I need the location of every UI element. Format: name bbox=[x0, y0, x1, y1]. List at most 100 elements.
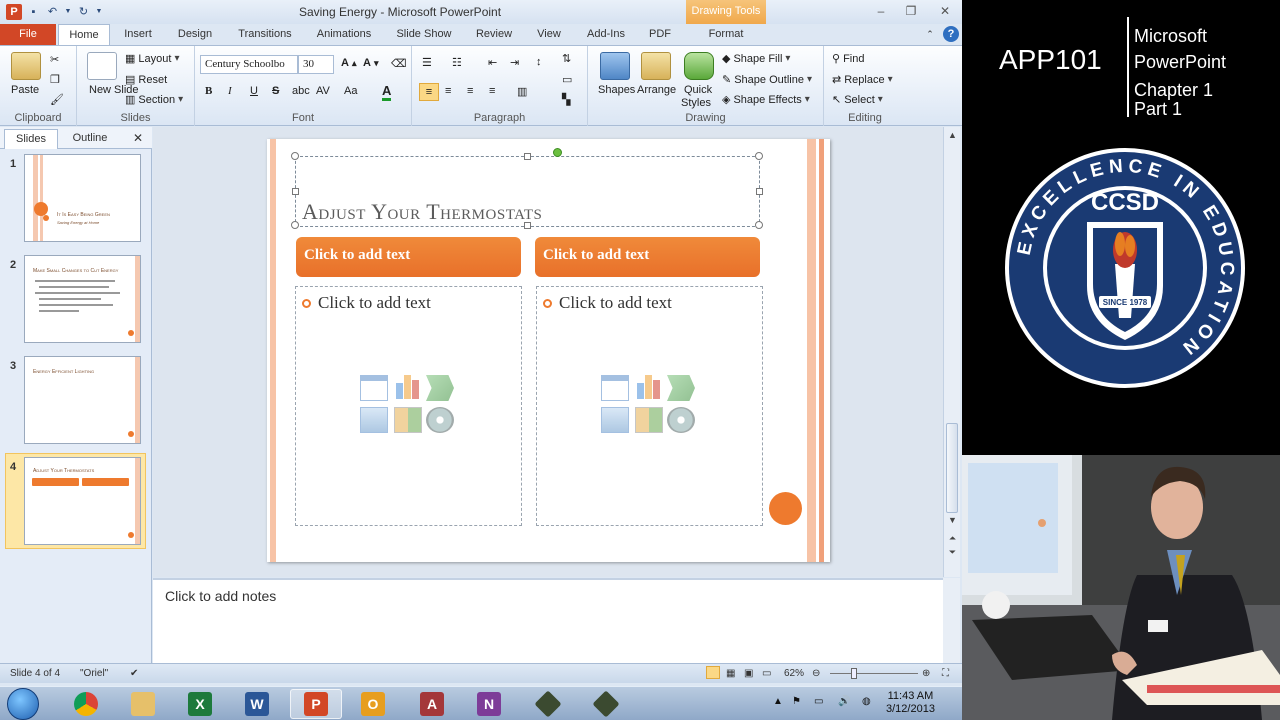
taskbar-access[interactable]: A bbox=[406, 689, 458, 719]
start-button[interactable] bbox=[7, 688, 39, 720]
tab-review[interactable]: Review bbox=[470, 24, 518, 45]
scroll-up-icon[interactable]: ▲ bbox=[946, 129, 959, 142]
tab-file[interactable]: File bbox=[0, 24, 56, 45]
tab-animations[interactable]: Animations bbox=[310, 24, 378, 45]
insert-clip-art-icon[interactable] bbox=[635, 407, 663, 433]
tab-slides[interactable]: Slides bbox=[4, 129, 58, 149]
shape-effects-button[interactable]: ◈ Shape Effects ▾ bbox=[722, 93, 810, 107]
insert-smartart-icon[interactable] bbox=[667, 375, 695, 401]
section-button[interactable]: ▥ Section ▾ bbox=[125, 93, 183, 107]
taskbar-app-2[interactable] bbox=[580, 689, 632, 719]
decrease-indent-icon[interactable]: ⇤ bbox=[488, 56, 497, 69]
tab-home[interactable]: Home bbox=[58, 24, 110, 45]
slide-thumbnail-2[interactable]: 2 Make Small Changes to Cut Energy bbox=[0, 255, 152, 347]
vertical-scrollbar[interactable]: ▲ ▼ ⏶ ⏷ bbox=[943, 127, 960, 577]
paste-icon[interactable] bbox=[11, 52, 41, 80]
close-pane-icon[interactable]: ✕ bbox=[130, 129, 146, 149]
slide-thumbnail-1[interactable]: 1 It Is Easy Being Green Saving Energy a… bbox=[0, 154, 152, 246]
new-slide-icon[interactable] bbox=[87, 52, 117, 80]
resize-handle[interactable] bbox=[755, 221, 763, 229]
paste-button[interactable]: Paste bbox=[11, 84, 39, 96]
insert-table-icon[interactable] bbox=[601, 375, 629, 401]
help-icon[interactable]: ? bbox=[943, 26, 959, 42]
bullets-icon[interactable]: ☰ bbox=[422, 56, 432, 69]
insert-media-icon[interactable] bbox=[667, 407, 695, 433]
shape-outline-button[interactable]: ✎ Shape Outline ▾ bbox=[722, 73, 812, 87]
tab-slide-show[interactable]: Slide Show bbox=[390, 24, 458, 45]
tab-design[interactable]: Design bbox=[170, 24, 220, 45]
right-bullet[interactable]: Click to add text bbox=[543, 293, 672, 313]
align-center-icon[interactable]: ≡ bbox=[445, 85, 451, 97]
resize-handle[interactable] bbox=[755, 152, 763, 160]
zoom-slider-thumb[interactable] bbox=[851, 668, 857, 679]
arrange-button[interactable]: Arrange bbox=[637, 84, 676, 96]
slide-sorter-icon[interactable]: ▦ bbox=[726, 668, 735, 679]
insert-media-icon[interactable] bbox=[426, 407, 454, 433]
taskbar-chrome[interactable] bbox=[60, 689, 112, 719]
character-spacing-icon[interactable]: AV bbox=[316, 85, 330, 97]
taskbar-word[interactable]: W bbox=[231, 689, 283, 719]
insert-picture-icon[interactable] bbox=[601, 407, 629, 433]
tab-insert[interactable]: Insert bbox=[115, 24, 161, 45]
strikethrough-button[interactable]: S bbox=[272, 85, 279, 97]
scroll-down-icon[interactable]: ▼ bbox=[946, 514, 959, 527]
shapes-icon[interactable] bbox=[600, 52, 630, 80]
resize-handle[interactable] bbox=[756, 188, 763, 195]
change-case-button[interactable]: Aa bbox=[344, 85, 357, 97]
rotation-handle[interactable] bbox=[553, 148, 562, 157]
slide-thumbnail-4[interactable]: 4 Adjust Your Thermostats bbox=[0, 457, 152, 549]
tab-format[interactable]: Format bbox=[700, 24, 752, 45]
taskbar-powerpoint[interactable]: P bbox=[290, 689, 342, 719]
shape-fill-button[interactable]: ◆ Shape Fill ▾ bbox=[722, 52, 790, 66]
italic-button[interactable]: I bbox=[228, 85, 232, 97]
scroll-thumb[interactable] bbox=[946, 423, 958, 513]
shapes-button[interactable]: Shapes bbox=[598, 84, 635, 96]
insert-table-icon[interactable] bbox=[360, 375, 388, 401]
quick-styles-label-2[interactable]: Styles bbox=[681, 97, 711, 109]
fit-to-window-icon[interactable]: ⛶ bbox=[942, 668, 949, 679]
taskbar-explorer[interactable] bbox=[117, 689, 169, 719]
normal-view-icon[interactable] bbox=[706, 666, 720, 679]
align-left-icon[interactable]: ≡ bbox=[419, 83, 439, 101]
resize-handle[interactable] bbox=[291, 152, 299, 160]
left-column-header[interactable]: Click to add text bbox=[296, 237, 521, 277]
flag-icon[interactable]: ⚑ bbox=[792, 696, 801, 707]
display-icon[interactable]: ▭ bbox=[814, 696, 823, 707]
select-button[interactable]: ↖ Select ▾ bbox=[832, 93, 883, 107]
copy-icon[interactable]: ❐ bbox=[50, 73, 60, 86]
title-placeholder[interactable]: Adjust Your Thermostats bbox=[291, 148, 763, 229]
layout-button[interactable]: ▦ Layout ▾ bbox=[125, 52, 179, 66]
show-hidden-icons[interactable]: ▲ bbox=[773, 696, 783, 707]
increase-indent-icon[interactable]: ⇥ bbox=[510, 56, 519, 69]
reading-view-icon[interactable]: ▣ bbox=[744, 668, 753, 679]
grow-font-icon[interactable]: A ▴ bbox=[341, 57, 357, 69]
font-color-icon[interactable]: A bbox=[382, 83, 392, 101]
replace-button[interactable]: ⇄ Replace ▾ bbox=[832, 73, 893, 87]
line-spacing-icon[interactable]: ↕ bbox=[536, 56, 542, 68]
left-bullet[interactable]: Click to add text bbox=[302, 293, 431, 313]
justify-icon[interactable]: ≡ bbox=[489, 85, 495, 97]
system-clock[interactable]: 11:43 AM 3/12/2013 bbox=[886, 690, 935, 716]
close-button[interactable]: ✕ bbox=[934, 3, 956, 19]
right-column-header[interactable]: Click to add text bbox=[535, 237, 760, 277]
smartart-icon[interactable]: ▚ bbox=[562, 93, 570, 106]
bold-button[interactable]: B bbox=[205, 85, 212, 97]
spell-check-icon[interactable]: ✔ bbox=[130, 668, 138, 679]
reset-button[interactable]: ▤ Reset bbox=[125, 73, 167, 87]
collapse-ribbon-icon[interactable]: ⌃ bbox=[922, 24, 938, 45]
tab-transitions[interactable]: Transitions bbox=[230, 24, 300, 45]
slide-title[interactable]: Adjust Your Thermostats bbox=[302, 199, 542, 225]
slide-show-icon[interactable]: ▭ bbox=[762, 668, 771, 679]
tab-add-ins[interactable]: Add-Ins bbox=[580, 24, 632, 45]
clear-formatting-icon[interactable]: ⌫ bbox=[391, 57, 407, 70]
format-painter-icon[interactable]: 🖌 bbox=[50, 93, 64, 106]
zoom-out-icon[interactable]: ⊖ bbox=[812, 668, 820, 679]
maximize-button[interactable]: ❐ bbox=[900, 3, 922, 19]
align-right-icon[interactable]: ≡ bbox=[467, 85, 473, 97]
right-content-placeholder[interactable]: Click to add text bbox=[536, 286, 763, 526]
taskbar-excel[interactable]: X bbox=[174, 689, 226, 719]
text-direction-icon[interactable]: ⇅ bbox=[562, 52, 571, 65]
zoom-in-icon[interactable]: ⊕ bbox=[922, 668, 930, 679]
zoom-slider-track[interactable] bbox=[830, 673, 918, 674]
text-shadow-icon[interactable]: abc bbox=[292, 85, 310, 97]
